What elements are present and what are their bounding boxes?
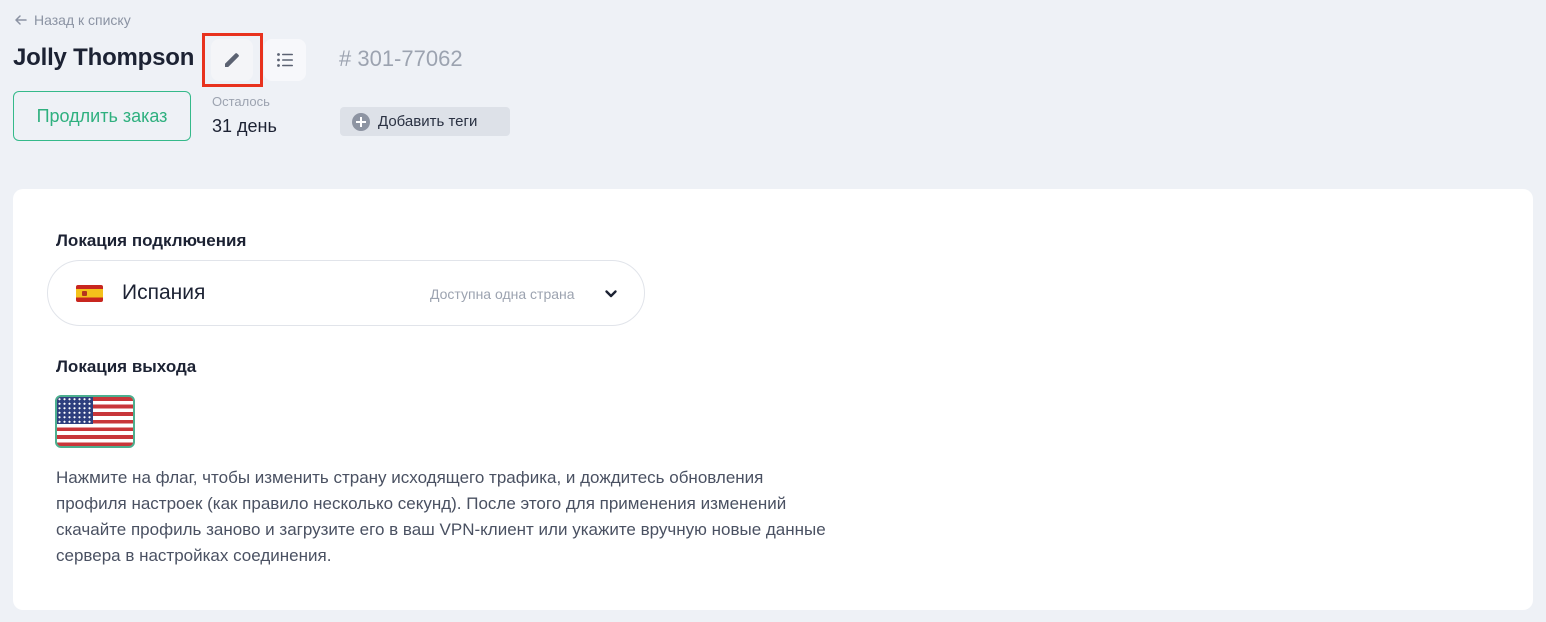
exit-location-description: Нажмите на флаг, чтобы изменить страну и… [56,468,826,565]
list-view-button[interactable] [264,39,306,81]
arrow-left-icon [15,15,27,25]
order-id: # 301-77062 [339,46,463,71]
plus-circle-icon [352,112,370,131]
select-hint: Доступна одна страна [430,286,575,302]
extend-order-button[interactable]: Продлить заказ [13,91,191,141]
usa-flag-icon[interactable] [55,395,135,448]
chevron-down-icon [605,290,617,298]
connection-country-select[interactable]: Испания Доступна одна страна [47,260,645,326]
remaining-label: Осталось [212,94,270,109]
spain-flag-icon [76,285,103,302]
selected-country: Испания [122,281,206,304]
connection-location-label: Локация подключения [56,231,247,250]
back-to-list-link[interactable]: Назад к списку [14,12,131,28]
remaining-value: 31 день [212,116,277,136]
edit-button-highlight [202,33,263,87]
page-title: Jolly Thompson [13,44,195,71]
add-tags-button[interactable]: Добавить теги [340,107,510,136]
add-tags-label: Добавить теги [378,113,478,130]
exit-location-label: Локация выхода [56,357,197,376]
list-icon [277,53,293,67]
back-link-label: Назад к списку [34,12,131,28]
usa-flag-canton [57,397,93,424]
